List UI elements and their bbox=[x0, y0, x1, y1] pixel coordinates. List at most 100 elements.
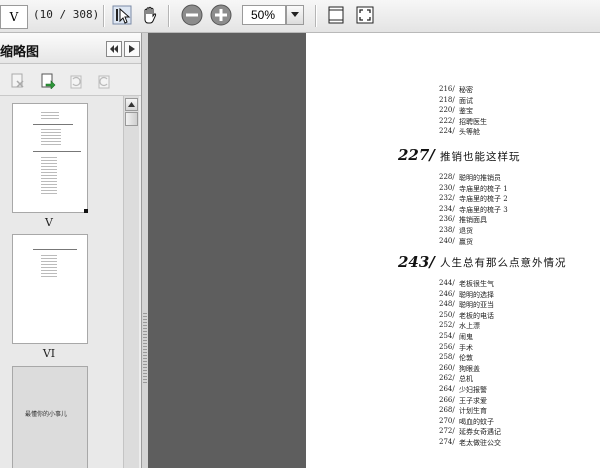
toc-entry-number: 250/ bbox=[439, 310, 455, 319]
toc-entry-number: 244/ bbox=[439, 279, 455, 287]
toc-entry-number: 264/ bbox=[439, 385, 455, 393]
toc-entry-title: 总机 bbox=[459, 375, 473, 384]
separator bbox=[315, 5, 317, 27]
panel-header: 缩略图 bbox=[0, 33, 141, 64]
toc-entry-number: 240/ bbox=[439, 236, 455, 245]
zoom-level-input[interactable] bbox=[242, 5, 286, 25]
chapter-title: 人生总有那么点意外情况 bbox=[440, 257, 567, 269]
zoom-in-icon bbox=[210, 4, 232, 26]
panel-title: 缩略图 bbox=[0, 45, 40, 60]
scroll-thumb[interactable] bbox=[125, 112, 138, 126]
select-tool-icon bbox=[112, 5, 132, 25]
toc-entry-number: 224/ bbox=[439, 127, 455, 136]
toc-entry-title: 寺庙里的梳子 3 bbox=[459, 205, 508, 214]
toc-entry-number: 222/ bbox=[439, 116, 455, 125]
hand-tool-button[interactable] bbox=[139, 4, 161, 26]
toc-entry-number: 274/ bbox=[439, 438, 455, 446]
toc-entry-title: 计划生育 bbox=[459, 407, 487, 416]
toc-entry-title: 王子求爱 bbox=[459, 396, 487, 405]
toc-entry-number: 268/ bbox=[439, 406, 455, 415]
toc-entry-title: 狗眼盖 bbox=[459, 364, 480, 373]
document-page: 216/秘密 218/面试 220/鉴宝 222/招聘医生 224/头等舱 227/ 推… bbox=[306, 33, 600, 468]
toc-entry-number: 266/ bbox=[439, 395, 455, 404]
toc-entry-number: 220/ bbox=[439, 106, 455, 115]
toc-entry-number: 270/ bbox=[439, 416, 455, 425]
toc-entry-number: 218/ bbox=[439, 95, 455, 104]
zoom-out-icon bbox=[181, 4, 203, 26]
separator bbox=[103, 5, 105, 27]
page-number-input[interactable] bbox=[0, 5, 28, 29]
toc-entry-number: 238/ bbox=[439, 226, 455, 234]
chevron-right-icon bbox=[129, 45, 135, 53]
toc-entry-title: 老板的电话 bbox=[459, 311, 494, 320]
fit-window-button[interactable] bbox=[354, 4, 376, 26]
thumbnail-page-vi[interactable] bbox=[12, 234, 88, 344]
chapter-number: 243/ bbox=[398, 253, 435, 271]
toc-entry-number: 228/ bbox=[439, 173, 455, 181]
toc-entry-title: 聪明的选择 bbox=[459, 290, 494, 299]
toc-entry-title: 闹鬼 bbox=[459, 333, 473, 341]
toc-entry-title: 喝血的蚊子 bbox=[459, 417, 494, 426]
toc-entry-title: 寺庙里的梳子 2 bbox=[459, 195, 508, 204]
thumbnail-page-cover[interactable]: 最懂你的小事儿 bbox=[12, 366, 88, 468]
toc-entry-number: 254/ bbox=[439, 332, 455, 340]
toc-entry-number: 272/ bbox=[439, 427, 455, 436]
rotate-left-icon bbox=[70, 75, 82, 89]
page-count: (10 / 308) bbox=[33, 8, 100, 21]
toc-entry-title: 水上漂 bbox=[459, 322, 480, 331]
toc-entry-title: 老太做驻公交 bbox=[459, 439, 501, 447]
panel-options-button[interactable] bbox=[106, 41, 122, 57]
select-tool-button[interactable] bbox=[111, 4, 133, 26]
toc-entry-number: 236/ bbox=[439, 215, 455, 224]
fit-page-button[interactable] bbox=[325, 4, 347, 26]
toc-entry-number: 230/ bbox=[439, 183, 455, 192]
double-chevron-left-icon bbox=[110, 45, 118, 53]
delete-page-button[interactable] bbox=[10, 73, 26, 89]
toc-entry-title: 延券女奇遇记 bbox=[459, 428, 501, 437]
toc-entry-title: 寺庙里的梳子 1 bbox=[459, 184, 508, 193]
toc-entry-number: 260/ bbox=[439, 363, 455, 372]
chevron-up-icon bbox=[128, 102, 135, 107]
toc-entry-number: 262/ bbox=[439, 374, 455, 383]
panel-toolbar bbox=[0, 69, 141, 96]
rotate-left-button[interactable] bbox=[68, 73, 84, 89]
fit-page-icon bbox=[328, 6, 344, 24]
hand-tool-icon bbox=[144, 6, 157, 24]
toolbar: (10 / 308) bbox=[0, 0, 600, 33]
toc-entry-number: 258/ bbox=[439, 353, 455, 362]
insert-page-button[interactable] bbox=[40, 73, 56, 89]
toc-entry-title: 鉴宝 bbox=[459, 107, 473, 116]
scroll-up-button[interactable] bbox=[125, 98, 138, 111]
thumbnail-caption: 最懂你的小事儿 bbox=[25, 411, 68, 418]
thumbnail-scrollbar[interactable] bbox=[123, 96, 139, 468]
zoom-out-button[interactable] bbox=[181, 4, 203, 26]
zoom-dropdown-button[interactable] bbox=[286, 5, 304, 25]
toc-entry-title: 聪明的推销员 bbox=[459, 174, 501, 182]
thumbnail-list: V VI 最懂你的小事儿 bbox=[0, 96, 123, 468]
toc-entry-number: 256/ bbox=[439, 342, 455, 351]
toc-entry-title: 聪明的亚当 bbox=[459, 301, 494, 310]
rotate-right-icon bbox=[98, 75, 110, 89]
toc-entry-title: 老板很生气 bbox=[459, 280, 494, 288]
insert-page-icon bbox=[41, 73, 56, 89]
toc-entry-number: 216/ bbox=[439, 85, 455, 93]
toc-entry-title: 面试 bbox=[459, 96, 473, 105]
fit-window-icon bbox=[356, 6, 374, 24]
toc-entry-number: 246/ bbox=[439, 289, 455, 298]
panel-collapse-button[interactable] bbox=[124, 41, 140, 57]
toc-entry-title: 招聘医生 bbox=[459, 117, 487, 126]
chapter-number: 227/ bbox=[398, 146, 435, 164]
separator bbox=[168, 5, 170, 27]
chevron-down-icon bbox=[291, 12, 299, 17]
thumbnail-page-v[interactable] bbox=[12, 103, 88, 213]
chapter-title: 推销也能这样玩 bbox=[440, 151, 521, 163]
thumbnail-label: V bbox=[45, 216, 53, 229]
rotate-right-button[interactable] bbox=[96, 73, 112, 89]
toc-entry-number: 248/ bbox=[439, 300, 455, 309]
toc-entry-title: 手术 bbox=[459, 343, 473, 352]
splitter-grip bbox=[143, 313, 147, 383]
document-canvas bbox=[148, 33, 306, 468]
toc-entry-title: 赢货 bbox=[459, 237, 473, 246]
toc-entry-title: 推销面具 bbox=[459, 216, 487, 225]
zoom-in-button[interactable] bbox=[210, 4, 232, 26]
